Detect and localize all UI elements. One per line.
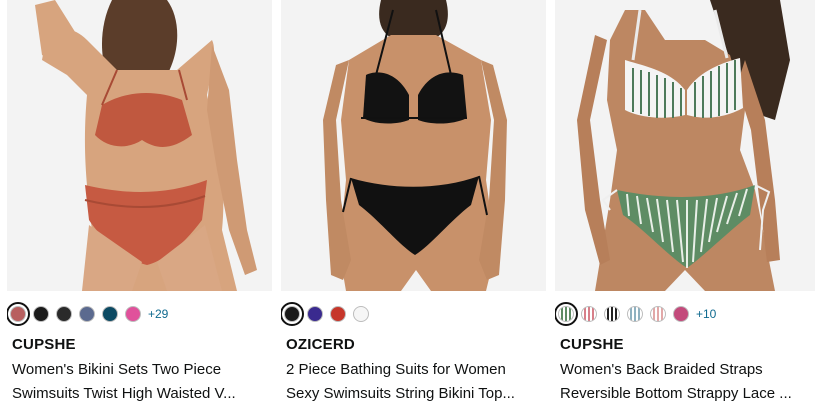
color-swatch[interactable] bbox=[102, 306, 118, 322]
product-title-line: Swimsuits Twist High Waisted V... bbox=[12, 385, 236, 402]
color-swatch[interactable] bbox=[79, 306, 95, 322]
color-swatch[interactable] bbox=[673, 306, 689, 322]
color-swatches: +29 bbox=[7, 302, 168, 326]
color-swatches: +10 bbox=[555, 302, 716, 326]
color-swatch[interactable] bbox=[330, 306, 346, 322]
color-swatch[interactable] bbox=[555, 302, 578, 326]
product-grid: +29 CUPSHE Women's Bikini Sets Two Piece… bbox=[0, 0, 815, 406]
product-card[interactable]: +29 CUPSHE Women's Bikini Sets Two Piece… bbox=[7, 0, 272, 406]
color-swatch[interactable] bbox=[650, 306, 666, 322]
product-card[interactable]: +10 CUPSHE Women's Back Braided Straps R… bbox=[555, 0, 815, 406]
product-card[interactable]: OZICERD 2 Piece Bathing Suits for Women … bbox=[281, 0, 546, 406]
product-title-line: 2 Piece Bathing Suits for Women bbox=[286, 361, 506, 378]
color-swatch[interactable] bbox=[604, 306, 620, 322]
product-image[interactable] bbox=[555, 0, 815, 291]
product-title[interactable]: 2 Piece Bathing Suits for Women Sexy Swi… bbox=[286, 358, 538, 406]
product-title[interactable]: Women's Bikini Sets Two Piece Swimsuits … bbox=[12, 358, 264, 406]
brand-name: OZICERD bbox=[286, 336, 355, 353]
color-swatch[interactable] bbox=[125, 306, 141, 322]
brand-name: CUPSHE bbox=[560, 336, 624, 353]
product-title[interactable]: Women's Back Braided Straps Reversible B… bbox=[560, 358, 812, 406]
color-swatches bbox=[281, 302, 369, 326]
color-swatch[interactable] bbox=[56, 306, 72, 322]
color-swatch[interactable] bbox=[353, 306, 369, 322]
color-swatch[interactable] bbox=[307, 306, 323, 322]
product-title-line: Sexy Swimsuits String Bikini Top... bbox=[286, 385, 515, 402]
product-title-line: Reversible Bottom Strappy Lace ... bbox=[560, 385, 792, 402]
more-colors-link[interactable]: +10 bbox=[696, 307, 716, 321]
color-swatch[interactable] bbox=[7, 302, 30, 326]
color-swatch[interactable] bbox=[581, 306, 597, 322]
product-image[interactable] bbox=[7, 0, 272, 291]
color-swatch[interactable] bbox=[33, 306, 49, 322]
more-colors-link[interactable]: +29 bbox=[148, 307, 168, 321]
product-image[interactable] bbox=[281, 0, 546, 291]
brand-name: CUPSHE bbox=[12, 336, 76, 353]
color-swatch[interactable] bbox=[627, 306, 643, 322]
product-title-line: Women's Back Braided Straps bbox=[560, 361, 763, 378]
color-swatch[interactable] bbox=[281, 302, 304, 326]
product-title-line: Women's Bikini Sets Two Piece bbox=[12, 361, 222, 378]
